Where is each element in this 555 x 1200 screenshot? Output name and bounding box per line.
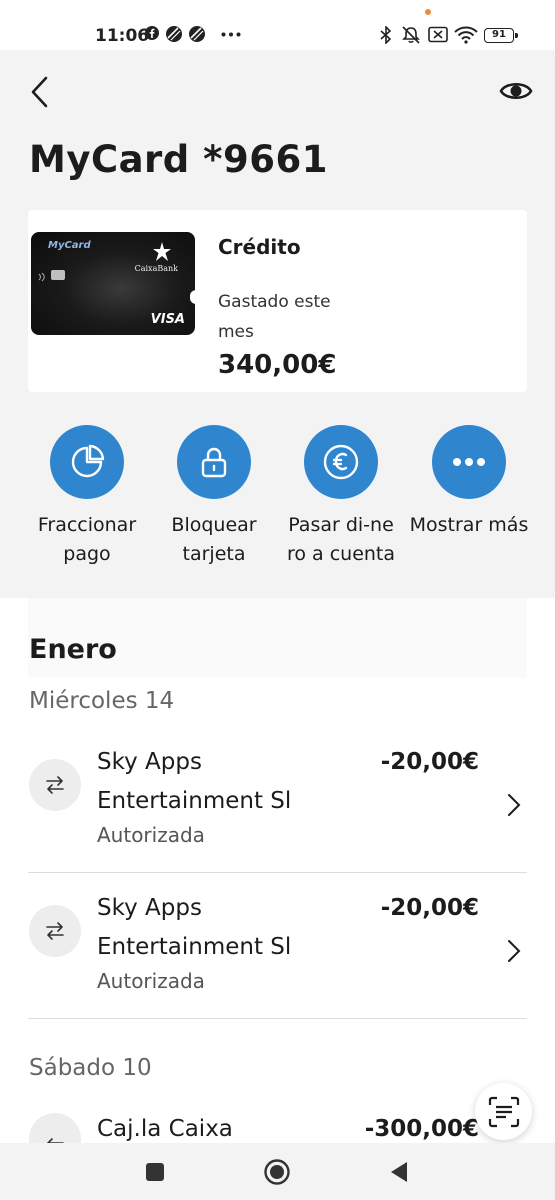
facebook-icon <box>145 26 159 40</box>
system-nav-bar <box>0 1143 555 1200</box>
transaction-amount: -20,00€ <box>380 895 479 921</box>
transfer-icon <box>29 759 81 811</box>
transfer-icon <box>29 905 81 957</box>
spent-label: Gastado este mes <box>218 292 331 342</box>
card-chip <box>51 270 65 280</box>
back-nav-button[interactable] <box>385 1157 415 1187</box>
chevron-right-icon <box>508 794 521 816</box>
transaction-row[interactable]: Sky Apps Entertainment Sl Autorizada -20… <box>28 743 527 889</box>
month-heading: Enero <box>29 634 117 665</box>
scan-text-icon <box>488 1096 519 1127</box>
fraccionar-pago-button[interactable]: Fraccionar pago <box>23 425 151 569</box>
transaction-status: Autorizada <box>97 823 205 847</box>
notification-dot <box>425 9 431 15</box>
transaction-row[interactable]: Sky Apps Entertainment Sl Autorizada -20… <box>28 889 527 1035</box>
chevron-right-icon <box>508 940 521 962</box>
day-heading: Sábado 10 <box>29 1055 152 1081</box>
app-icon <box>166 26 182 42</box>
back-button[interactable] <box>26 74 56 110</box>
wifi-icon <box>454 26 478 44</box>
pie-chart-icon <box>50 425 124 499</box>
mostrar-mas-button[interactable]: Mostrar más <box>405 425 533 540</box>
card-image-network: VISA <box>150 312 185 327</box>
card-image: MyCard CaixaBank VISA <box>31 232 195 335</box>
caixabank-star-icon <box>153 242 171 261</box>
action-label: Fraccionar pago <box>37 514 137 565</box>
transaction-amount: -300,00€ <box>364 1116 479 1142</box>
recent-apps-button[interactable] <box>140 1157 170 1187</box>
contactless-icon <box>38 272 45 282</box>
status-time: 11:06 <box>95 26 150 46</box>
card-image-bank: CaixaBank <box>134 264 178 273</box>
status-bar: 11:06 91 <box>0 0 555 50</box>
transaction-name: Caj.la Caixa <box>97 1116 233 1142</box>
more-dots-icon <box>221 32 241 37</box>
card-image-name: MyCard <box>48 240 91 251</box>
page-title: MyCard *9661 <box>29 138 329 181</box>
quick-actions: Fraccionar pago Bloquear tarjeta Pasar d… <box>0 425 555 600</box>
action-label: Pasar di-nero a cuenta <box>286 514 396 565</box>
transfer-icon <box>29 1113 81 1143</box>
spent-amount: 340,00€ <box>218 350 337 380</box>
lock-icon <box>177 425 251 499</box>
bluetooth-icon <box>380 26 392 44</box>
battery-icon: 91 <box>484 28 518 43</box>
top-bar <box>0 50 555 130</box>
transaction-row[interactable]: Caj.la Caixa -300,00€ <box>28 1110 527 1143</box>
card-type: Crédito <box>218 235 301 259</box>
card-notch <box>190 290 195 304</box>
sim-off-icon <box>428 26 448 43</box>
pasar-dinero-button[interactable]: Pasar di-nero a cuenta <box>277 425 405 569</box>
eye-icon[interactable] <box>498 76 534 106</box>
bloquear-tarjeta-button[interactable]: Bloquear tarjeta <box>150 425 278 569</box>
mute-icon <box>402 26 420 44</box>
home-button[interactable] <box>262 1157 292 1187</box>
action-label: Mostrar más <box>409 514 529 536</box>
transaction-name: Sky Apps Entertainment Sl <box>97 749 292 814</box>
transaction-status: Autorizada <box>97 969 205 993</box>
divider <box>28 1018 527 1019</box>
app-icon <box>189 26 205 42</box>
euro-icon <box>304 425 378 499</box>
more-icon <box>432 425 506 499</box>
day-heading: Miércoles 14 <box>29 688 175 714</box>
scan-text-button[interactable] <box>475 1083 532 1140</box>
transactions-panel: Enero Miércoles 14 Sky Apps Entertainmen… <box>0 598 555 1143</box>
transaction-amount: -20,00€ <box>380 749 479 775</box>
transaction-name: Sky Apps Entertainment Sl <box>97 895 292 960</box>
action-label: Bloquear tarjeta <box>171 514 257 565</box>
divider <box>28 872 527 873</box>
